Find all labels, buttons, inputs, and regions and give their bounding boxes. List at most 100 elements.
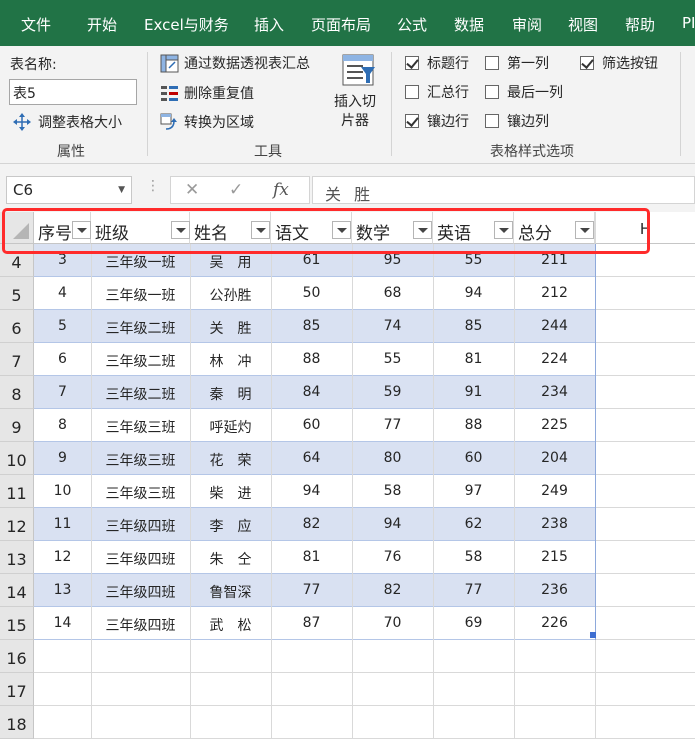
- table-cell[interactable]: 58: [433, 541, 514, 574]
- menu-page-layout[interactable]: 页面布局: [311, 14, 371, 35]
- table-cell[interactable]: 花 荣: [190, 442, 271, 475]
- row-number[interactable]: 8: [0, 376, 34, 409]
- table-cell[interactable]: 三年级二班: [91, 310, 190, 343]
- empty-cell[interactable]: [595, 376, 695, 409]
- table-cell[interactable]: 12: [34, 541, 91, 574]
- formula-input[interactable]: 关 胜: [312, 176, 695, 204]
- table-cell[interactable]: 87: [271, 607, 352, 640]
- table-cell[interactable]: 64: [271, 442, 352, 475]
- table-cell[interactable]: 204: [514, 442, 595, 475]
- table-cell[interactable]: 三年级三班: [91, 442, 190, 475]
- table-cell[interactable]: 4: [34, 277, 91, 310]
- table-cell[interactable]: 85: [271, 310, 352, 343]
- empty-cell[interactable]: [595, 574, 695, 607]
- table-cell[interactable]: 三年级二班: [91, 343, 190, 376]
- empty-cell[interactable]: [595, 442, 695, 475]
- table-cell[interactable]: 94: [352, 508, 433, 541]
- row-number[interactable]: 13: [0, 541, 34, 574]
- row-number[interactable]: 15: [0, 607, 34, 640]
- table-cell[interactable]: 77: [352, 409, 433, 442]
- table-cell[interactable]: 224: [514, 343, 595, 376]
- table-cell[interactable]: 鲁智深: [190, 574, 271, 607]
- table-cell[interactable]: 82: [271, 508, 352, 541]
- table-cell[interactable]: 55: [352, 343, 433, 376]
- table-cell[interactable]: 62: [433, 508, 514, 541]
- table-cell[interactable]: 关 胜: [190, 310, 271, 343]
- table-cell[interactable]: 公孙胜: [190, 277, 271, 310]
- table-cell[interactable]: 三年级二班: [91, 376, 190, 409]
- table-cell[interactable]: 5: [34, 310, 91, 343]
- table-cell[interactable]: 三年级三班: [91, 409, 190, 442]
- row-number[interactable]: 9: [0, 409, 34, 442]
- table-cell[interactable]: 柴 进: [190, 475, 271, 508]
- table-cell[interactable]: 8: [34, 409, 91, 442]
- table-resize-handle[interactable]: [590, 632, 596, 638]
- table-cell[interactable]: 11: [34, 508, 91, 541]
- empty-cell[interactable]: [595, 475, 695, 508]
- table-cell[interactable]: 三年级一班: [91, 277, 190, 310]
- table-cell[interactable]: 74: [352, 310, 433, 343]
- table-cell[interactable]: 76: [352, 541, 433, 574]
- table-cell[interactable]: 60: [271, 409, 352, 442]
- row-number[interactable]: 12: [0, 508, 34, 541]
- table-cell[interactable]: 三年级四班: [91, 508, 190, 541]
- table-cell[interactable]: 三年级三班: [91, 475, 190, 508]
- menu-view[interactable]: 视图: [568, 14, 598, 35]
- table-cell[interactable]: 呼延灼: [190, 409, 271, 442]
- table-cell[interactable]: 234: [514, 376, 595, 409]
- drag-handle-icon[interactable]: ⋮: [146, 178, 160, 194]
- empty-cell[interactable]: [595, 277, 695, 310]
- table-cell[interactable]: 秦 明: [190, 376, 271, 409]
- header-row-checkbox[interactable]: [405, 56, 419, 70]
- table-cell[interactable]: 三年级四班: [91, 607, 190, 640]
- last-column-checkbox[interactable]: [485, 85, 499, 99]
- table-cell[interactable]: 91: [433, 376, 514, 409]
- table-cell[interactable]: 94: [271, 475, 352, 508]
- table-cell[interactable]: 三年级四班: [91, 574, 190, 607]
- menu-formulas[interactable]: 公式: [397, 14, 427, 35]
- table-cell[interactable]: 7: [34, 376, 91, 409]
- row-number[interactable]: 7: [0, 343, 34, 376]
- table-cell[interactable]: 60: [433, 442, 514, 475]
- table-cell[interactable]: 81: [433, 343, 514, 376]
- table-cell[interactable]: 77: [271, 574, 352, 607]
- menu-data[interactable]: 数据: [454, 14, 484, 35]
- table-cell[interactable]: 77: [433, 574, 514, 607]
- pivot-summary-button[interactable]: 通过数据透视表汇总: [160, 53, 310, 73]
- table-cell[interactable]: 朱 仝: [190, 541, 271, 574]
- table-cell[interactable]: 10: [34, 475, 91, 508]
- menu-help[interactable]: 帮助: [625, 14, 655, 35]
- menu-review[interactable]: 审阅: [512, 14, 542, 35]
- name-box[interactable]: C6 ▼: [6, 176, 132, 204]
- table-cell[interactable]: 225: [514, 409, 595, 442]
- row-number[interactable]: 17: [0, 673, 34, 706]
- table-cell[interactable]: 14: [34, 607, 91, 640]
- table-cell[interactable]: 58: [352, 475, 433, 508]
- table-cell[interactable]: 212: [514, 277, 595, 310]
- table-cell[interactable]: 13: [34, 574, 91, 607]
- row-number[interactable]: 5: [0, 277, 34, 310]
- menu-insert[interactable]: 插入: [254, 14, 284, 35]
- insert-slicer-button[interactable]: 插入切片器: [330, 53, 380, 133]
- table-cell[interactable]: 81: [271, 541, 352, 574]
- table-cell[interactable]: 68: [352, 277, 433, 310]
- menu-home[interactable]: 开始: [87, 14, 117, 35]
- table-cell[interactable]: 84: [271, 376, 352, 409]
- total-row-checkbox[interactable]: [405, 85, 419, 99]
- table-cell[interactable]: 82: [352, 574, 433, 607]
- cancel-icon[interactable]: ✕: [185, 180, 199, 200]
- table-cell[interactable]: 215: [514, 541, 595, 574]
- filter-button-checkbox[interactable]: [580, 56, 594, 70]
- table-cell[interactable]: 94: [433, 277, 514, 310]
- table-cell[interactable]: 林 冲: [190, 343, 271, 376]
- remove-duplicates-button[interactable]: 删除重复值: [160, 83, 254, 103]
- table-cell[interactable]: 70: [352, 607, 433, 640]
- banded-rows-checkbox[interactable]: [405, 114, 419, 128]
- menu-pi[interactable]: PI: [682, 14, 695, 32]
- table-cell[interactable]: 59: [352, 376, 433, 409]
- table-cell[interactable]: 武 松: [190, 607, 271, 640]
- table-cell[interactable]: 三年级四班: [91, 541, 190, 574]
- table-cell[interactable]: 9: [34, 442, 91, 475]
- empty-cell[interactable]: [595, 409, 695, 442]
- resize-table-button[interactable]: 调整表格大小: [12, 112, 122, 132]
